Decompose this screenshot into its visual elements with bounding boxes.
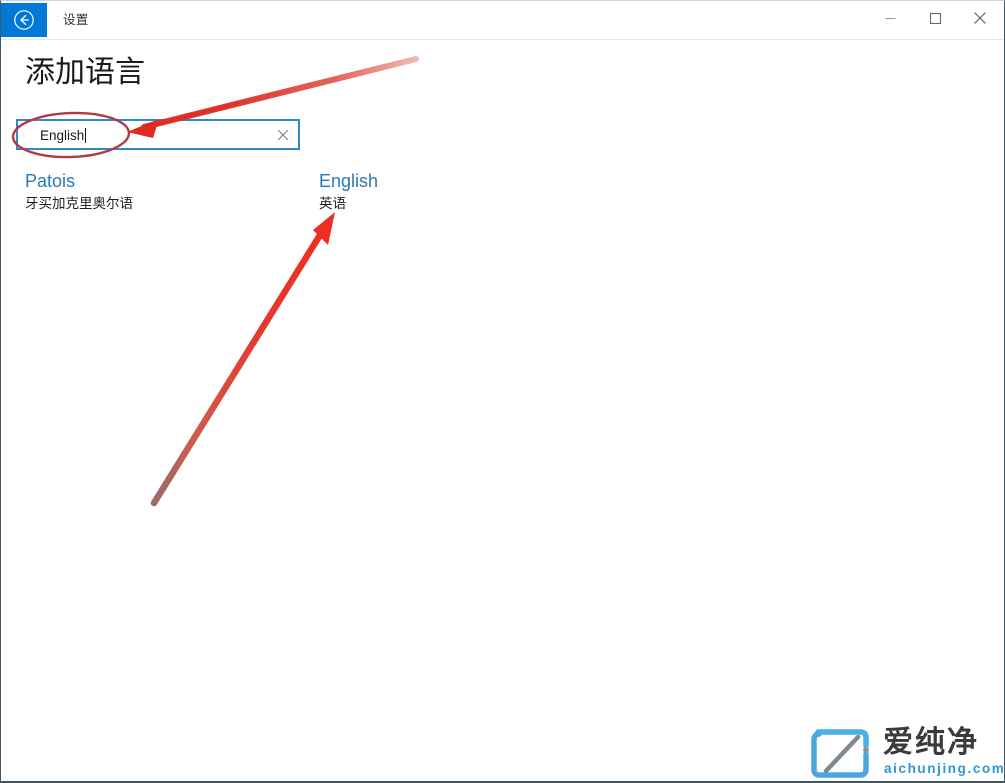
list-item[interactable]: English 英语 bbox=[319, 169, 378, 214]
settings-window: 设置 添加语言 English Patois 牙买加克里奥尔语 English … bbox=[0, 0, 1005, 783]
aichunjing-logo-icon bbox=[811, 728, 875, 781]
red-arrow-to-english-result bbox=[150, 223, 329, 507]
maximize-icon bbox=[929, 12, 942, 25]
watermark-domain: aichunjing.com bbox=[884, 761, 1005, 776]
search-input[interactable]: English bbox=[16, 119, 300, 150]
back-button[interactable] bbox=[1, 3, 47, 37]
list-item[interactable]: Patois 牙买加克里奥尔语 bbox=[25, 169, 133, 214]
language-native-name: 英语 bbox=[319, 196, 346, 211]
language-name[interactable]: Patois bbox=[25, 169, 133, 193]
close-icon bbox=[277, 129, 289, 141]
red-arrow-to-search-box bbox=[141, 56, 419, 130]
search-input-text: English bbox=[40, 128, 85, 143]
window-title: 设置 bbox=[63, 13, 89, 27]
red-arrow-to-english-result-head bbox=[313, 212, 335, 245]
close-icon bbox=[973, 11, 987, 25]
watermark: 爱纯净 aichunjing.com bbox=[811, 726, 1004, 781]
watermark-brand: 爱纯净 bbox=[883, 726, 979, 759]
text-caret bbox=[85, 128, 87, 143]
minimize-button[interactable] bbox=[868, 2, 913, 34]
minimize-icon bbox=[884, 12, 897, 25]
page-title: 添加语言 bbox=[25, 56, 145, 89]
search-input-value: English bbox=[40, 127, 87, 144]
language-native-name: 牙买加克里奥尔语 bbox=[25, 196, 133, 211]
language-name[interactable]: English bbox=[319, 169, 378, 193]
maximize-button[interactable] bbox=[913, 2, 958, 34]
clear-search-button[interactable] bbox=[273, 126, 293, 144]
back-arrow-icon bbox=[13, 9, 35, 31]
title-bar: 设置 bbox=[1, 1, 1004, 40]
close-button[interactable] bbox=[957, 2, 1002, 34]
